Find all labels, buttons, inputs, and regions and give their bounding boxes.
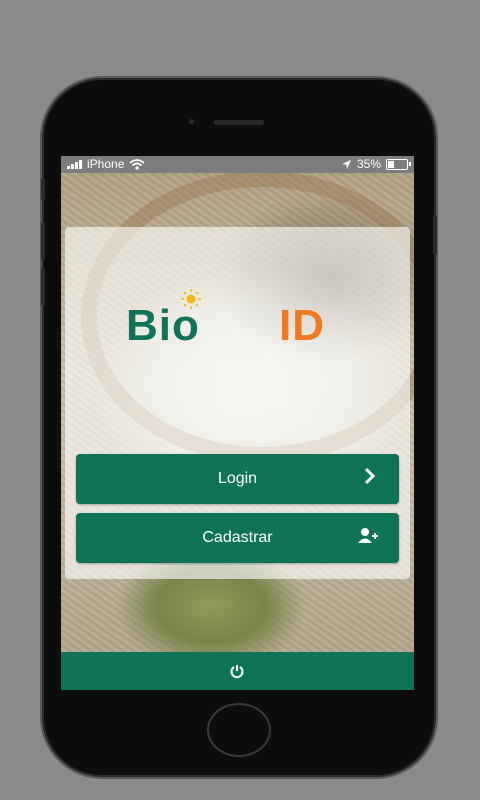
mute-switch <box>41 178 45 200</box>
volume-up-button <box>41 222 45 260</box>
volume-down-button <box>41 268 45 306</box>
logo-bio-text: Bio <box>126 301 200 350</box>
power-side-button <box>433 215 437 255</box>
power-icon[interactable] <box>229 663 245 679</box>
home-button[interactable] <box>207 703 271 757</box>
register-button-label: Cadastrar <box>202 529 273 546</box>
login-button[interactable]: Login <box>76 454 399 504</box>
earpiece-speaker <box>214 120 264 125</box>
carrier-label: iPhone <box>87 157 125 171</box>
battery-percent: 35% <box>356 157 381 171</box>
battery-fill <box>388 160 394 168</box>
signal-icon <box>67 159 82 169</box>
wifi-icon <box>129 158 145 170</box>
bioid-logo: Bio ID <box>126 289 356 361</box>
screen: iPhone 35% Bio ID Login Cadastrar <box>61 156 414 690</box>
bottom-bar <box>61 652 414 690</box>
add-user-icon <box>358 528 378 543</box>
chevron-right-icon <box>364 467 376 485</box>
battery-icon <box>386 158 411 170</box>
login-card: Bio ID Login Cadastrar <box>65 227 410 579</box>
front-camera <box>189 119 194 124</box>
login-button-label: Login <box>217 470 258 487</box>
register-button[interactable]: Cadastrar <box>76 513 399 563</box>
logo-id-text: ID <box>279 301 325 350</box>
status-bar: iPhone 35% <box>61 156 414 173</box>
location-arrow-icon <box>341 159 351 169</box>
